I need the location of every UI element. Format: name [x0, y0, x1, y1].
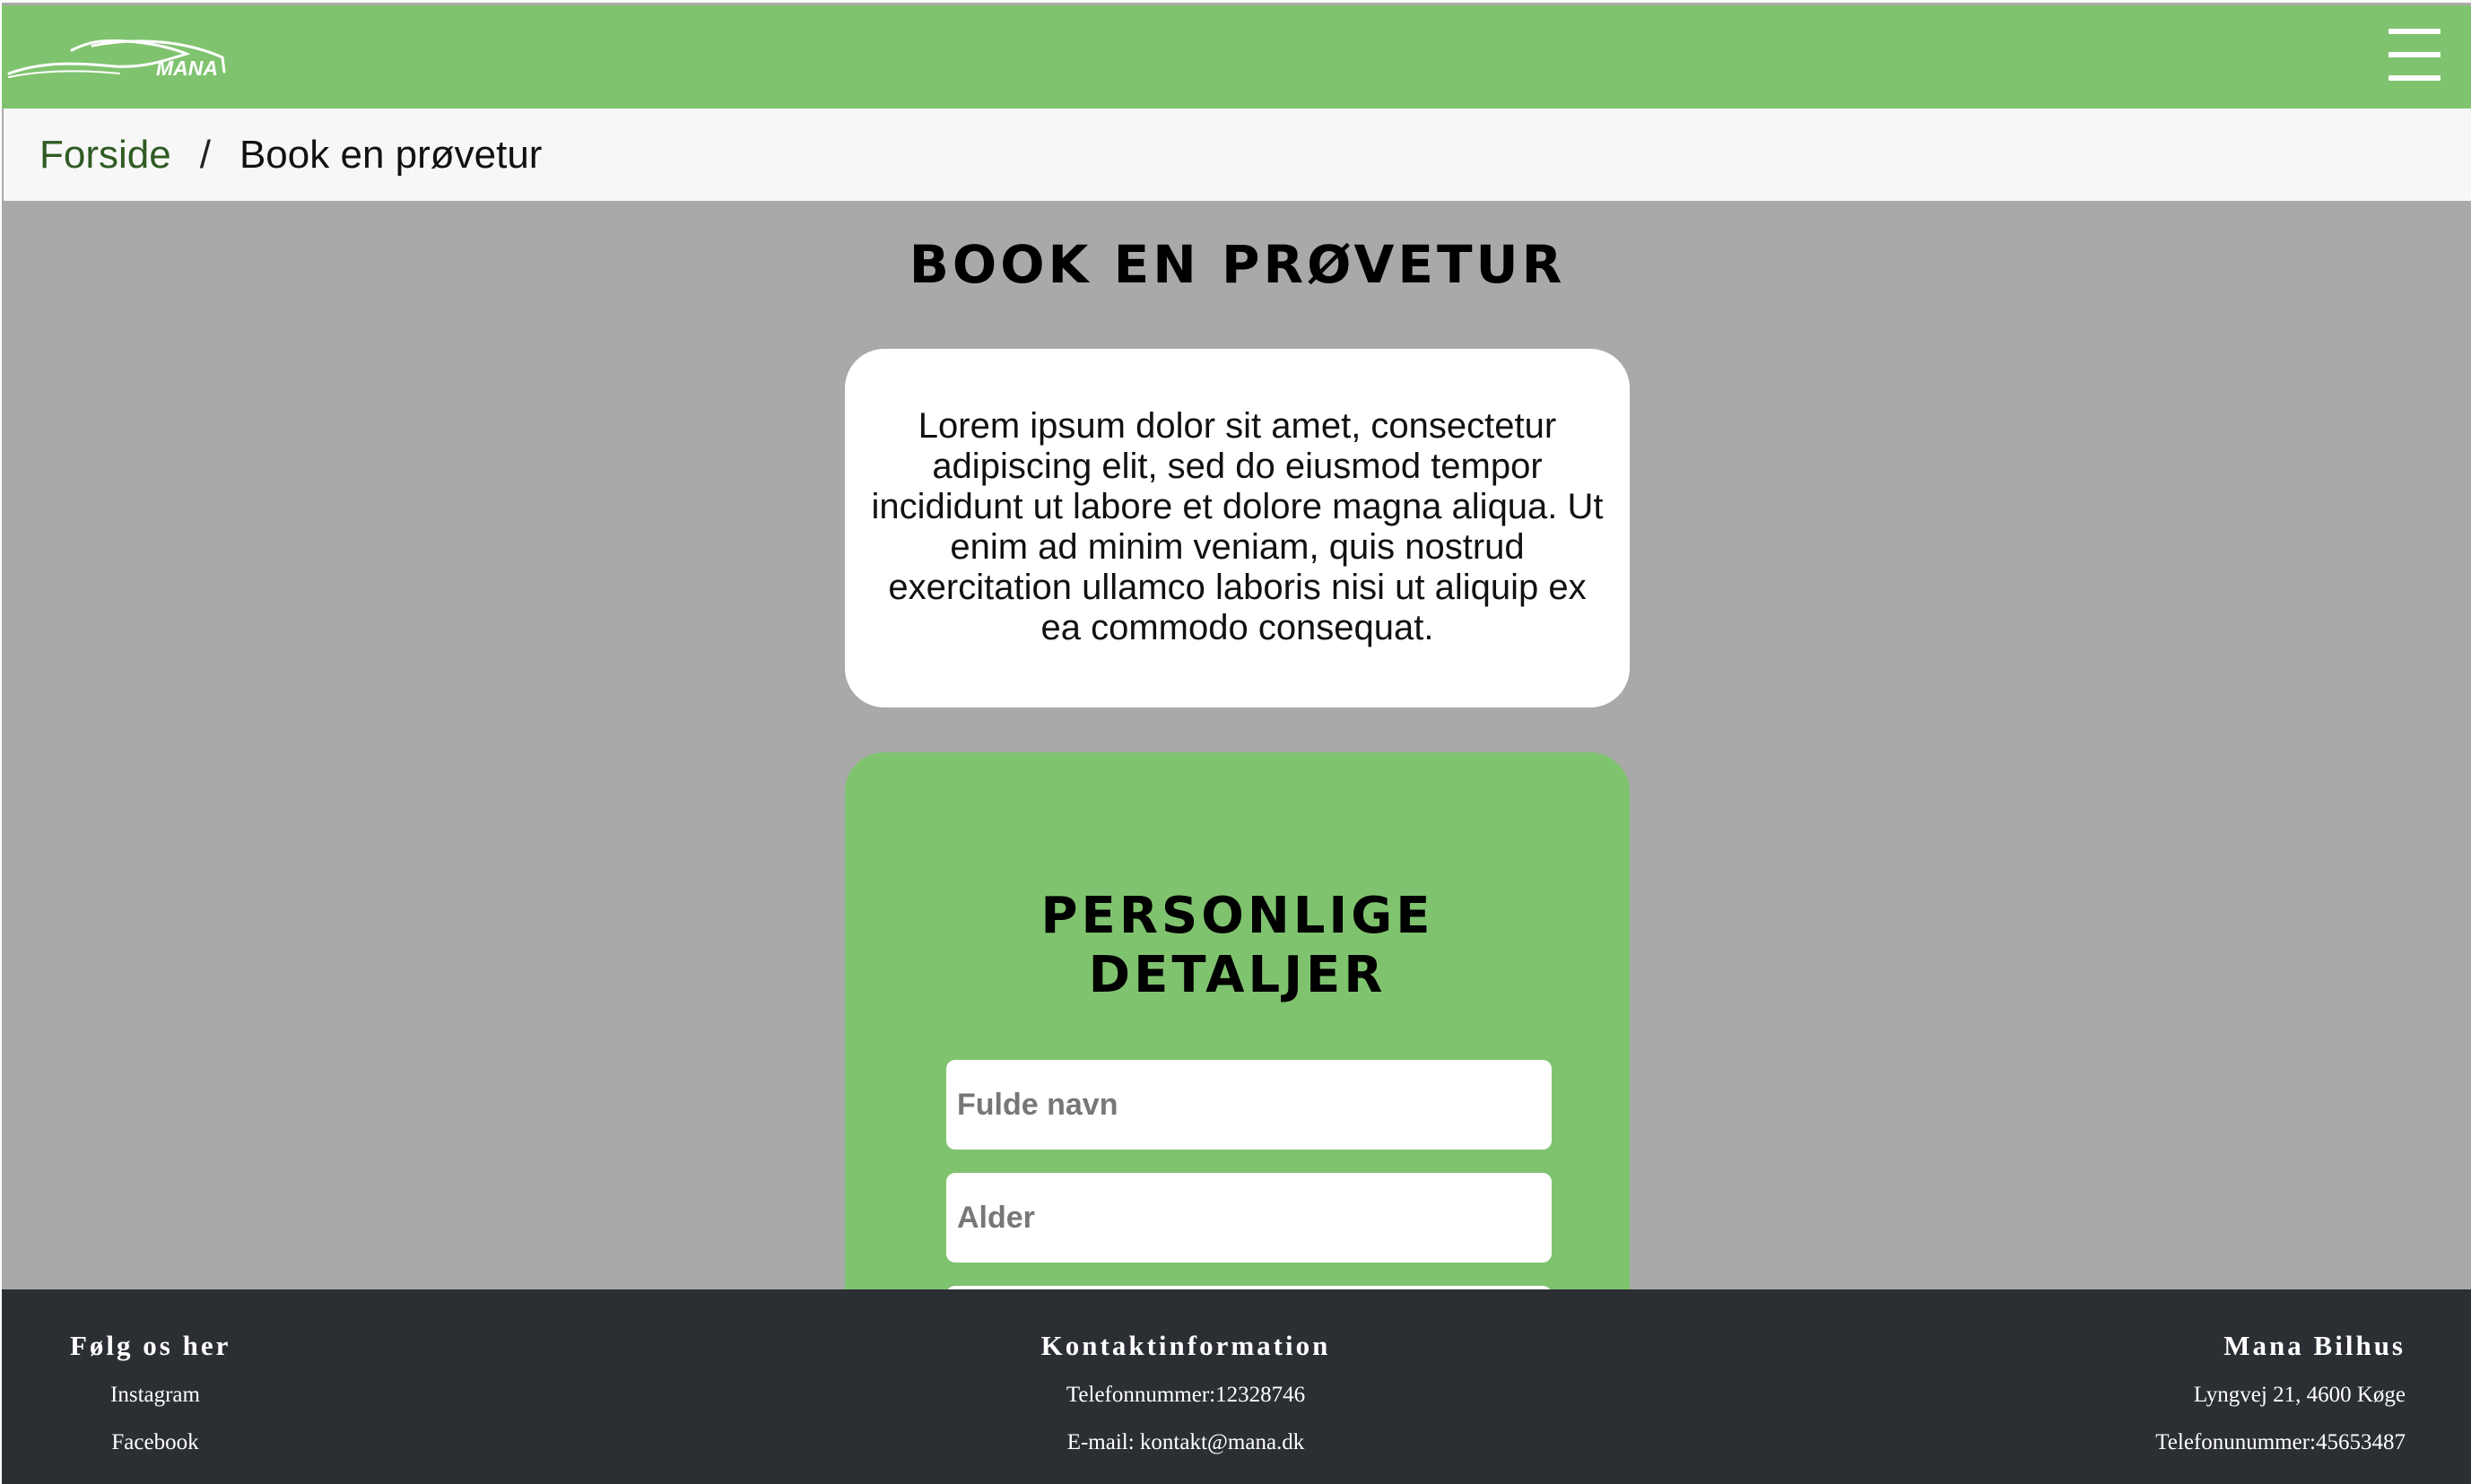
personal-details-form: PERSONLIGE DETALJER: [845, 752, 1630, 1380]
intro-text: Lorem ipsum dolor sit amet, consectetur …: [871, 406, 1604, 647]
footer-contact-column: Kontaktinformation Telefonnummer:1232874…: [953, 1330, 1419, 1477]
footer-follow-column: Følg os her Instagram Facebook: [70, 1330, 240, 1477]
form-title: PERSONLIGE DETALJER: [845, 887, 1630, 1005]
instagram-link[interactable]: Instagram: [110, 1383, 200, 1407]
footer-contact-heading: Kontaktinformation: [1040, 1330, 1331, 1361]
footer-company-address: Lyngvej 21, 4600 Køge: [2193, 1383, 2406, 1407]
breadcrumb-current: Book en prøvetur: [239, 132, 543, 177]
form-title-line1: PERSONLIGE: [1040, 887, 1434, 945]
footer-company-column: Mana Bilhus Lyngvej 21, 4600 Køge Telefo…: [1867, 1330, 2406, 1477]
footer: Følg os her Instagram Facebook Kontaktin…: [2, 1289, 2471, 1484]
form-title-line2: DETALJER: [1088, 946, 1387, 1004]
mana-logo[interactable]: MANA: [7, 30, 231, 84]
top-navigation-bar: MANA: [2, 5, 2471, 108]
footer-contact-phone: Telefonnummer:12328746: [1066, 1383, 1306, 1407]
intro-card: Lorem ipsum dolor sit amet, consectetur …: [845, 349, 1630, 707]
age-input[interactable]: [946, 1173, 1552, 1263]
breadcrumb: Forside / Book en prøvetur: [4, 108, 2471, 201]
hamburger-menu-icon[interactable]: [2388, 29, 2442, 81]
footer-company-phone: Telefonunummer:45653487: [2155, 1430, 2406, 1454]
footer-contact-email: E-mail: kontakt@mana.dk: [1066, 1430, 1305, 1454]
page-title: BOOK EN PRØVETUR: [909, 234, 1566, 295]
logo-text: MANA: [156, 56, 218, 80]
full-name-input[interactable]: [946, 1060, 1552, 1150]
facebook-link[interactable]: Facebook: [111, 1430, 198, 1454]
breadcrumb-home-link[interactable]: Forside: [39, 133, 171, 178]
footer-follow-heading: Følg os her: [70, 1330, 231, 1361]
breadcrumb-separator: /: [199, 132, 211, 177]
footer-company-heading: Mana Bilhus: [2223, 1330, 2406, 1361]
